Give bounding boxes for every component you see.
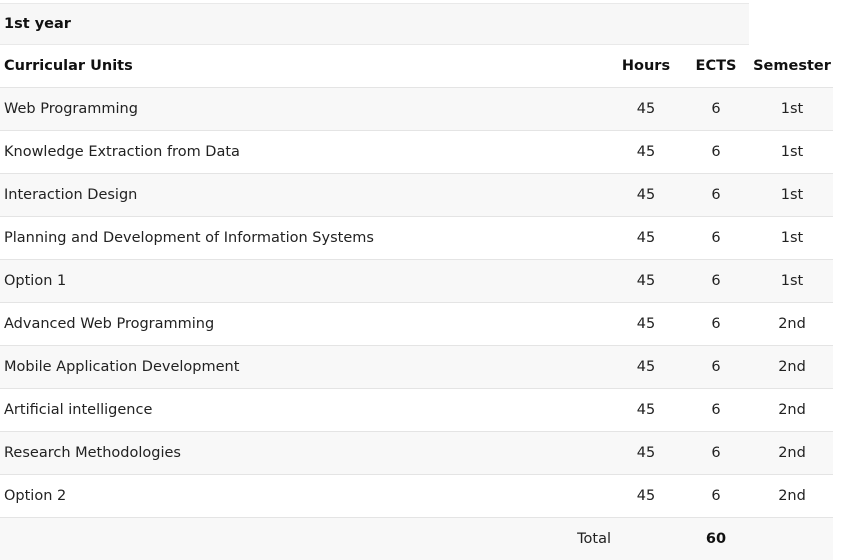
year-title: 1st year <box>4 4 71 45</box>
unit-name-cell: Knowledge Extraction from Data <box>0 131 611 174</box>
unit-name-cell: Interaction Design <box>0 174 611 217</box>
table-row: Planning and Development of Information … <box>0 217 833 260</box>
column-header-curricular-units: Curricular Units <box>0 45 611 88</box>
semester-cell: 1st <box>751 260 833 303</box>
table-header-row: Curricular Units Hours ECTS Semester <box>0 45 833 88</box>
column-header-hours: Hours <box>611 45 681 88</box>
ects-cell: 6 <box>681 88 751 131</box>
ects-cell: 6 <box>681 432 751 475</box>
table-row: Option 1 45 6 1st <box>0 260 833 303</box>
unit-name-cell: Research Methodologies <box>0 432 611 475</box>
semester-cell: 1st <box>751 88 833 131</box>
unit-name-cell: Web Programming <box>0 88 611 131</box>
hours-cell: 45 <box>611 88 681 131</box>
column-header-ects: ECTS <box>681 45 751 88</box>
unit-name-cell: Planning and Development of Information … <box>0 217 611 260</box>
hours-cell: 45 <box>611 217 681 260</box>
semester-cell: 2nd <box>751 475 833 518</box>
hours-cell: 45 <box>611 432 681 475</box>
hours-cell: 45 <box>611 389 681 432</box>
curricular-units-table: Curricular Units Hours ECTS Semester Web… <box>0 45 833 560</box>
semester-cell: 1st <box>751 174 833 217</box>
table-row: Research Methodologies 45 6 2nd <box>0 432 833 475</box>
table-row: Knowledge Extraction from Data 45 6 1st <box>0 131 833 174</box>
table-row: Web Programming 45 6 1st <box>0 88 833 131</box>
total-ects-value: 60 <box>681 518 751 560</box>
ects-cell: 6 <box>681 217 751 260</box>
semester-cell: 2nd <box>751 346 833 389</box>
hours-cell: 45 <box>611 131 681 174</box>
semester-cell: 2nd <box>751 303 833 346</box>
unit-name-cell: Artificial intelligence <box>0 389 611 432</box>
ects-cell: 6 <box>681 131 751 174</box>
column-header-semester: Semester <box>751 45 833 88</box>
ects-cell: 6 <box>681 303 751 346</box>
hours-cell: 45 <box>611 346 681 389</box>
semester-cell: 2nd <box>751 432 833 475</box>
year-header: 1st year <box>0 3 749 45</box>
total-label: Total <box>0 518 611 560</box>
hours-cell: 45 <box>611 303 681 346</box>
semester-cell: 2nd <box>751 389 833 432</box>
table-row: Option 2 45 6 2nd <box>0 475 833 518</box>
total-semester-cell <box>751 518 833 560</box>
table-row: Interaction Design 45 6 1st <box>0 174 833 217</box>
ects-cell: 6 <box>681 260 751 303</box>
table-row: Mobile Application Development 45 6 2nd <box>0 346 833 389</box>
unit-name-cell: Option 2 <box>0 475 611 518</box>
hours-cell: 45 <box>611 260 681 303</box>
table-row: Advanced Web Programming 45 6 2nd <box>0 303 833 346</box>
ects-cell: 6 <box>681 389 751 432</box>
unit-name-cell: Mobile Application Development <box>0 346 611 389</box>
unit-name-cell: Advanced Web Programming <box>0 303 611 346</box>
semester-cell: 1st <box>751 217 833 260</box>
semester-cell: 1st <box>751 131 833 174</box>
total-hours-cell <box>611 518 681 560</box>
hours-cell: 45 <box>611 174 681 217</box>
ects-cell: 6 <box>681 174 751 217</box>
unit-name-cell: Option 1 <box>0 260 611 303</box>
table-row: Artificial intelligence 45 6 2nd <box>0 389 833 432</box>
hours-cell: 45 <box>611 475 681 518</box>
ects-cell: 6 <box>681 346 751 389</box>
ects-cell: 6 <box>681 475 751 518</box>
total-row: Total 60 <box>0 518 833 560</box>
